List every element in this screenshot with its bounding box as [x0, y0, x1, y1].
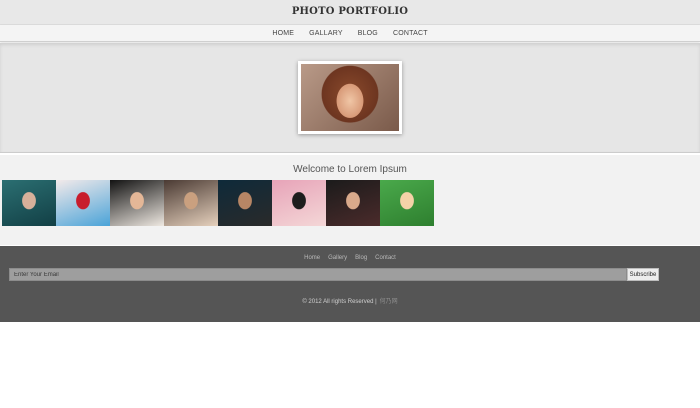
nav-item-blog[interactable]: BLOG: [358, 30, 378, 37]
footer-nav: Home Gallery Blog Contact: [0, 255, 700, 261]
copyright-line: © 2012 All rights Reserved | 何乃网: [0, 296, 700, 305]
nav-item-contact[interactable]: CONTACT: [393, 30, 428, 37]
gallery-thumbnail[interactable]: [110, 180, 164, 226]
hero-section: [0, 43, 700, 153]
hero-image-frame: [298, 61, 402, 134]
gallery-thumbnail[interactable]: [56, 180, 110, 226]
footer-link-home[interactable]: Home: [304, 255, 320, 261]
gallery-thumbnail[interactable]: [272, 180, 326, 226]
gallery-thumbnail[interactable]: [326, 180, 380, 226]
email-field[interactable]: [9, 268, 627, 281]
footer-link-gallery[interactable]: Gallery: [328, 255, 347, 261]
footer-link-contact[interactable]: Contact: [375, 255, 396, 261]
main-nav: HOME GALLARY BLOG CONTACT: [0, 25, 700, 42]
site-header: PHOTO PORTFOLIO: [0, 0, 700, 25]
credit-link[interactable]: 何乃网: [380, 299, 398, 305]
hero-portrait-image[interactable]: [301, 64, 399, 131]
gallery-thumbnail[interactable]: [218, 180, 272, 226]
site-title: PHOTO PORTFOLIO: [291, 6, 409, 17]
nav-item-home[interactable]: HOME: [272, 30, 294, 37]
thumbnail-gallery: [2, 180, 434, 226]
welcome-heading: Welcome to Lorem Ipsum: [293, 164, 407, 175]
copyright-text: © 2012 All rights Reserved |: [302, 299, 377, 305]
subscribe-button[interactable]: Subscribe: [627, 268, 659, 281]
gallery-thumbnail[interactable]: [2, 180, 56, 226]
footer-link-blog[interactable]: Blog: [355, 255, 367, 261]
site-footer: Home Gallery Blog Contact Subscribe © 20…: [0, 246, 700, 322]
nav-item-gallary[interactable]: GALLARY: [309, 30, 343, 37]
gallery-thumbnail[interactable]: [380, 180, 434, 226]
welcome-section: Welcome to Lorem Ipsum: [0, 155, 700, 245]
gallery-thumbnail[interactable]: [164, 180, 218, 226]
page: PHOTO PORTFOLIO HOME GALLARY BLOG CONTAC…: [0, 0, 700, 408]
